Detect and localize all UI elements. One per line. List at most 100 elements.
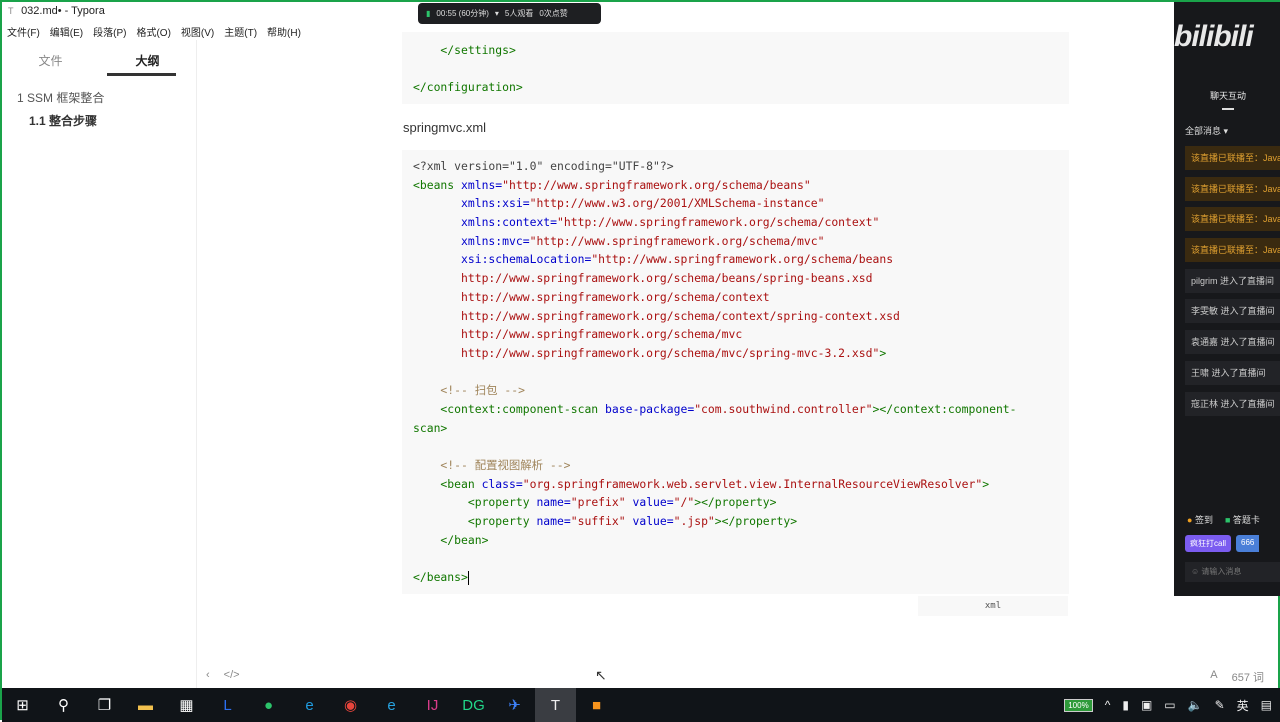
typora-icon[interactable]: T	[535, 688, 576, 722]
checkin-button[interactable]: ● 签到	[1187, 513, 1213, 526]
pen-icon[interactable]: ✎	[1215, 698, 1225, 712]
datagrip-icon[interactable]: DG	[453, 688, 494, 722]
code-token-tag: <bean	[413, 476, 482, 491]
code-token-plain: <?xml version="1.0" encoding="UTF-8"?>	[413, 159, 674, 173]
filter-label: 全部消息	[1185, 126, 1222, 136]
task-view-icon[interactable]: ❐	[84, 688, 125, 722]
microphone-icon[interactable]: ▮	[1122, 698, 1129, 712]
volume-icon[interactable]: 🔈	[1188, 698, 1203, 712]
file-explorer-icon[interactable]: ▬	[125, 688, 166, 722]
wechat-icon[interactable]: ●	[248, 688, 289, 722]
menu-item[interactable]: 帮助(H)	[267, 24, 301, 39]
feishu-icon[interactable]: ✈	[494, 688, 535, 722]
spellcheck-icon[interactable]: A	[1210, 669, 1217, 685]
ime-indicator[interactable]: 英	[1237, 697, 1249, 714]
chat-input[interactable]: ☺ 请输入消息	[1185, 562, 1280, 582]
code-token-attr: xmlns=	[461, 177, 503, 192]
code-token-tag: scan>	[413, 420, 448, 435]
code-token-attr: xsi:schemaLocation=	[413, 252, 592, 267]
signal-icon: ▮	[426, 9, 431, 18]
code-line: <?xml version="1.0" encoding="UTF-8"?>	[413, 157, 1058, 176]
menu-item[interactable]: 视图(V)	[181, 24, 214, 39]
code-token-str: "prefix"	[570, 495, 633, 510]
code-token-str: "http://www.springframework.org/schema/b…	[591, 252, 894, 267]
code-line: <bean class="org.springframework.web.ser…	[413, 475, 1058, 494]
code-line: http://www.springframework.org/schema/co…	[413, 288, 1058, 307]
search-icon[interactable]: ⚲	[43, 688, 84, 722]
chat-message: 该直播已联播至：Java	[1185, 238, 1280, 263]
code-block-previous[interactable]: </settings> </configuration>	[402, 32, 1069, 104]
code-line: xmlns:mvc="http://www.springframework.or…	[413, 232, 1058, 251]
tray-app-icon[interactable]: ▣	[1141, 698, 1152, 712]
chevron-down-icon[interactable]: ▾	[495, 9, 499, 18]
code-line: <property name="prefix" value="/"></prop…	[413, 493, 1058, 512]
code-line: <property name="suffix" value=".jsp"></p…	[413, 512, 1058, 531]
tab-files[interactable]: 文件	[2, 40, 99, 76]
network-icon[interactable]: ▭	[1164, 698, 1175, 712]
store-icon[interactable]: ▦	[166, 688, 207, 722]
chat-message: 该直播已联播至：Java	[1185, 146, 1280, 170]
outline-item[interactable]: 1 SSM 框架整合	[2, 89, 196, 112]
typora-app-icon: T	[8, 6, 14, 16]
666-button[interactable]: 666	[1236, 535, 1260, 552]
code-token-attr: class=	[481, 476, 523, 491]
chat-message: 王啸 进入了直播间	[1185, 360, 1280, 385]
chat-message: 李雯敏 进入了直播间	[1185, 299, 1280, 324]
code-line: http://www.springframework.org/schema/mv…	[413, 344, 1058, 363]
live-viewers: 5人观看	[504, 9, 534, 18]
outline-item[interactable]: 1.1 整合步骤	[2, 112, 196, 129]
intellij-icon[interactable]: IJ	[412, 688, 453, 722]
code-line: <!-- 扫包 -->	[413, 381, 1058, 400]
paragraph-heading: springmvc.xml	[403, 120, 487, 135]
code-token-tag: <beans	[413, 177, 462, 192]
call-button[interactable]: 疯狂打call	[1185, 535, 1232, 552]
code-token-str: http://www.springframework.org/schema/co…	[413, 289, 770, 304]
answer-card-button[interactable]: ■ 答题卡	[1225, 513, 1260, 526]
start-icon[interactable]: ⊞	[2, 688, 43, 722]
sidebar: 文件 大纲 1 SSM 框架整合 1.1 整合步骤	[2, 40, 197, 688]
code-line: </settings>	[413, 41, 1058, 60]
message-filter-dropdown[interactable]: 全部消息 ▾	[1185, 124, 1228, 137]
code-token-str: "com.southwind.controller"	[694, 401, 873, 416]
code-language-input[interactable]: xml	[918, 596, 1068, 616]
live-app-icon[interactable]: ■	[576, 688, 617, 722]
chevron-up-icon[interactable]: ^	[1105, 698, 1111, 712]
tab-outline[interactable]: 大纲	[99, 40, 196, 76]
menu-item[interactable]: 编辑(E)	[50, 24, 83, 39]
battery-indicator[interactable]: 100%	[1064, 698, 1093, 712]
menu-item[interactable]: 文件(F)	[7, 24, 40, 39]
toggle-sidebar-icon[interactable]: ‹	[206, 669, 210, 681]
code-token-tag: </settings>	[413, 43, 516, 57]
bilibili-logo: bilibili	[1174, 20, 1254, 53]
source-code-mode-icon[interactable]: </>	[224, 669, 240, 681]
outline-list: 1 SSM 框架整合 1.1 整合步骤	[2, 76, 196, 129]
menu-item[interactable]: 主题(T)	[224, 24, 257, 39]
live-likes: 0次点赞	[539, 9, 568, 18]
code-line: <context:component-scan base-package="co…	[413, 400, 1058, 419]
chat-message: 寇正林 进入了直播间	[1185, 391, 1280, 416]
live-duration: 00:55 (60分钟)	[436, 9, 489, 18]
chat-tab[interactable]: 聊天互动	[1174, 89, 1280, 110]
lark-icon[interactable]: L	[207, 688, 248, 722]
code-block-springmvc[interactable]: <?xml version="1.0" encoding="UTF-8"?> <b…	[402, 150, 1069, 594]
word-count[interactable]: 657 词	[1232, 669, 1264, 685]
edge-dev-icon[interactable]: e	[371, 688, 412, 722]
menu-item[interactable]: 格式(O)	[136, 24, 170, 39]
menu-item[interactable]: 段落(P)	[93, 24, 126, 39]
code-token-attr: xmlns:mvc=	[413, 233, 530, 248]
mouse-cursor-icon: ↖	[595, 667, 607, 683]
code-token-attr: xmlns:context=	[413, 215, 558, 230]
code-token-tag: >	[879, 345, 887, 360]
edge-icon[interactable]: e	[289, 688, 330, 722]
notification-icon[interactable]: ▤	[1261, 698, 1272, 712]
code-line: <!-- 配置视图解析 -->	[413, 456, 1058, 475]
code-token-str: http://www.springframework.org/schema/mv…	[413, 345, 880, 360]
chrome-icon[interactable]: ◉	[330, 688, 371, 722]
code-line: scan>	[413, 419, 1058, 438]
code-token-attr: xmlns:xsi=	[413, 196, 530, 211]
code-line: http://www.springframework.org/schema/co…	[413, 307, 1058, 326]
window-title: 032.md• - Typora	[21, 5, 105, 17]
code-token-tag: >	[982, 476, 990, 491]
code-token-str: http://www.springframework.org/schema/co…	[413, 308, 900, 323]
